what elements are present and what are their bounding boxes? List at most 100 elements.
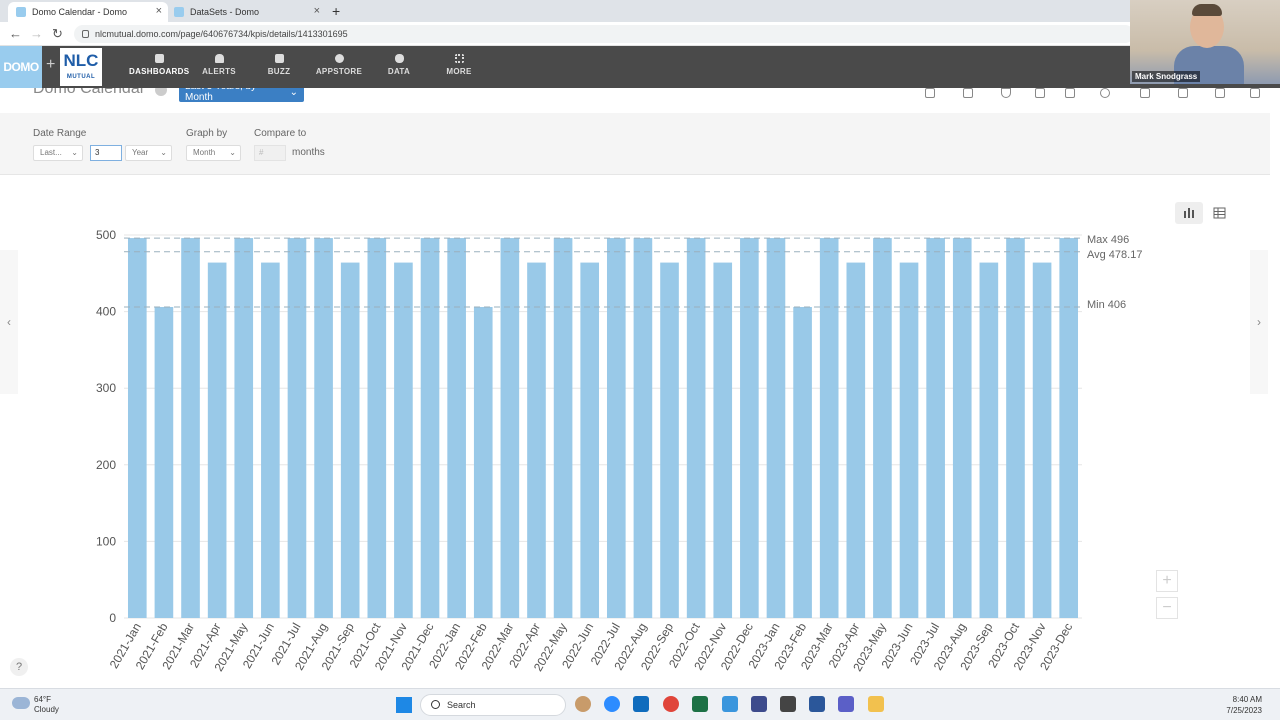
close-icon[interactable]: × [314,5,320,17]
y-tick-label: 100 [96,534,116,548]
weather-widget[interactable]: 64°F Cloudy [34,695,59,715]
pie-icon[interactable] [1100,88,1110,98]
bar [234,238,254,618]
app-icon[interactable] [780,696,796,712]
file-explorer-icon[interactable] [868,696,884,712]
nav-buzz[interactable]: BUZZ [249,54,309,76]
range-type-value: Last... [40,148,62,157]
range-unit-select[interactable]: Year ⌄ [125,145,172,161]
zoom-in-button[interactable]: + [1156,570,1178,592]
back-icon[interactable]: ← [9,26,22,41]
search-label: Search [447,700,476,710]
app-icon[interactable] [751,696,767,712]
bar [181,238,200,618]
info-icon[interactable] [155,88,167,96]
period-dropdown[interactable]: Last 3 Years, by Month ⌄ [179,88,304,102]
bar [527,262,546,618]
date-range-label: Date Range [33,128,87,139]
teams-icon[interactable] [838,696,854,712]
bar [952,238,972,618]
bar [606,238,626,618]
windows-start-icon[interactable] [396,697,412,713]
forward-icon[interactable]: → [30,26,43,41]
nav-label: DASHBOARDS [129,67,190,76]
participant-name: Mark Snodgrass [1132,71,1201,82]
nav-data[interactable]: DATA [369,54,429,76]
comment-icon[interactable] [963,88,973,98]
close-icon[interactable]: × [156,5,162,17]
bell-icon [214,54,224,63]
zoom-out-button[interactable]: − [1156,597,1178,619]
taskbar-clock[interactable]: 8:40 AM 7/25/2023 [1226,694,1262,716]
chrome-icon[interactable] [663,696,679,712]
weather-condition: Cloudy [34,705,59,714]
filter-icon[interactable] [1001,88,1011,98]
weather-temperature: 64°F [34,695,51,704]
compare-unit-label: months [292,147,325,158]
tab-label: DataSets - Domo [190,7,260,17]
browser-tab-bar: Domo Calendar - Domo × DataSets - Domo ×… [0,0,1280,22]
bar [553,238,573,618]
wrench-icon[interactable] [1215,88,1225,98]
bar [633,238,653,618]
chevron-down-icon: ⌄ [160,148,167,157]
chevron-down-icon: ⌄ [289,88,298,98]
graph-by-select[interactable]: Month ⌄ [186,145,241,161]
reference-line-label: Min 406 [1087,299,1126,311]
new-tab-icon[interactable]: + [332,3,340,19]
edit-icon[interactable] [1035,88,1045,98]
next-kpi-arrow-icon[interactable]: › [1250,250,1268,394]
bar [766,238,786,618]
bar [660,262,679,618]
alert-bell-icon[interactable] [1140,88,1150,98]
bar [926,238,945,618]
monthly-bar-chart: 0 100 200 300 400 500 Max 496 Avg 478.17 Min 406… [96,228,1143,674]
share-icon[interactable] [925,88,935,98]
bar [473,307,493,618]
dashboards-icon [154,54,164,63]
table-view-button[interactable] [1205,202,1233,224]
nlc-logo-subtext: MUTUAL [66,74,96,80]
domo-favicon-icon [16,7,26,17]
y-tick-label: 300 [96,381,116,395]
url-field[interactable]: nlcmutual.domo.com/page/640676734/kpis/d… [74,25,1134,43]
word-icon[interactable] [809,696,825,712]
warning-icon[interactable] [1178,88,1188,98]
bar [314,238,333,618]
nav-more[interactable]: MORE [429,54,489,76]
bar [686,238,706,618]
zoom-app-icon[interactable] [604,696,620,712]
nav-dashboards[interactable]: DASHBOARDS [129,54,189,76]
page-title: Domo Calendar [33,88,146,97]
excel-icon[interactable] [692,696,708,712]
nav-alerts[interactable]: ALERTS [189,54,249,76]
range-unit-value: Year [132,148,149,157]
browser-tab-domo-calendar[interactable]: Domo Calendar - Domo × [8,2,168,22]
app-icon[interactable] [575,696,591,712]
bar [819,238,839,618]
taskbar-search[interactable]: Search [420,694,566,716]
export-icon[interactable] [1065,88,1075,98]
window-icon[interactable] [1250,88,1260,98]
bar [154,307,174,618]
grid-icon [454,54,464,63]
bar [979,262,999,618]
chevron-down-icon: ⌄ [229,148,236,157]
help-icon[interactable]: ? [10,658,28,676]
outlook-icon[interactable] [633,696,649,712]
nav-appstore[interactable]: APPSTORE [309,54,369,76]
reload-icon[interactable]: ↻ [52,26,63,42]
browser-tab-datasets[interactable]: DataSets - Domo × [166,2,326,22]
range-value-input[interactable]: 3 [90,145,122,161]
bar [580,262,600,618]
clock-date: 7/25/2023 [1226,706,1262,715]
period-label: Last 3 Years, by Month [185,88,256,102]
compare-input[interactable]: # [254,145,286,161]
nav-label: APPSTORE [315,67,363,76]
chat-icon [274,54,284,63]
app-icon[interactable] [722,696,738,712]
domo-logo[interactable]: DOMO [0,46,42,88]
bar [447,238,466,618]
tab-label: Domo Calendar - Domo [32,7,128,17]
range-type-select[interactable]: Last... ⌄ [33,145,83,161]
